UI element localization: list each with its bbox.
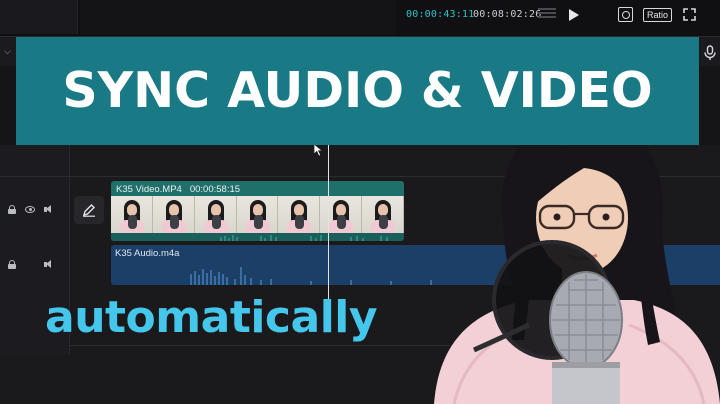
audio-track-controls [8, 260, 54, 269]
lock-icon[interactable] [8, 260, 16, 269]
playhead[interactable] [328, 145, 329, 315]
track-spacer [25, 260, 35, 269]
grid-icon[interactable] [538, 8, 556, 22]
panel-header [80, 0, 396, 34]
current-timecode: 00:00:43:11 [406, 9, 475, 20]
timeline-divider [70, 345, 450, 346]
speaker-icon[interactable] [44, 260, 54, 269]
eye-icon[interactable] [25, 206, 35, 213]
play-icon[interactable] [569, 9, 579, 21]
video-clip[interactable]: K35 Video.MP4 00:00:58:15 [111, 181, 404, 241]
video-clip-label: K35 Video.MP4 00:00:58:15 [116, 184, 240, 195]
edit-cover-button[interactable] [74, 196, 104, 224]
video-audio-waveform [111, 233, 404, 241]
media-panel-corner [0, 0, 78, 34]
video-thumbnails [111, 196, 404, 233]
fullscreen-icon[interactable] [683, 8, 696, 21]
mic-icon[interactable] [703, 45, 717, 61]
video-frame [320, 196, 363, 233]
video-clip-duration: 00:00:58:15 [189, 184, 241, 195]
lock-icon[interactable] [8, 205, 16, 214]
video-frame [362, 196, 404, 233]
total-timecode: 00:08:02:26 [473, 9, 542, 20]
video-track-controls [8, 205, 54, 214]
edit-icon [82, 204, 95, 217]
chevron-down-icon[interactable]: ⌵ [4, 46, 11, 57]
screenshot-icon[interactable] [618, 7, 633, 22]
title-banner: SYNC AUDIO & VIDEO [16, 37, 699, 145]
cursor-icon [313, 143, 324, 157]
video-frame [152, 196, 195, 233]
banner-title: SYNC AUDIO & VIDEO [62, 62, 653, 119]
video-frame [194, 196, 237, 233]
video-frame [111, 196, 153, 233]
video-frame [236, 196, 279, 233]
ratio-button[interactable]: Ratio [643, 8, 673, 22]
video-frame [278, 196, 321, 233]
presenter-photo [434, 111, 720, 404]
subtitle-text: automatically [45, 292, 378, 343]
audio-clip-name: K35 Audio.m4a [115, 248, 180, 259]
video-clip-name: K35 Video.MP4 [116, 184, 182, 195]
speaker-icon[interactable] [44, 205, 54, 214]
